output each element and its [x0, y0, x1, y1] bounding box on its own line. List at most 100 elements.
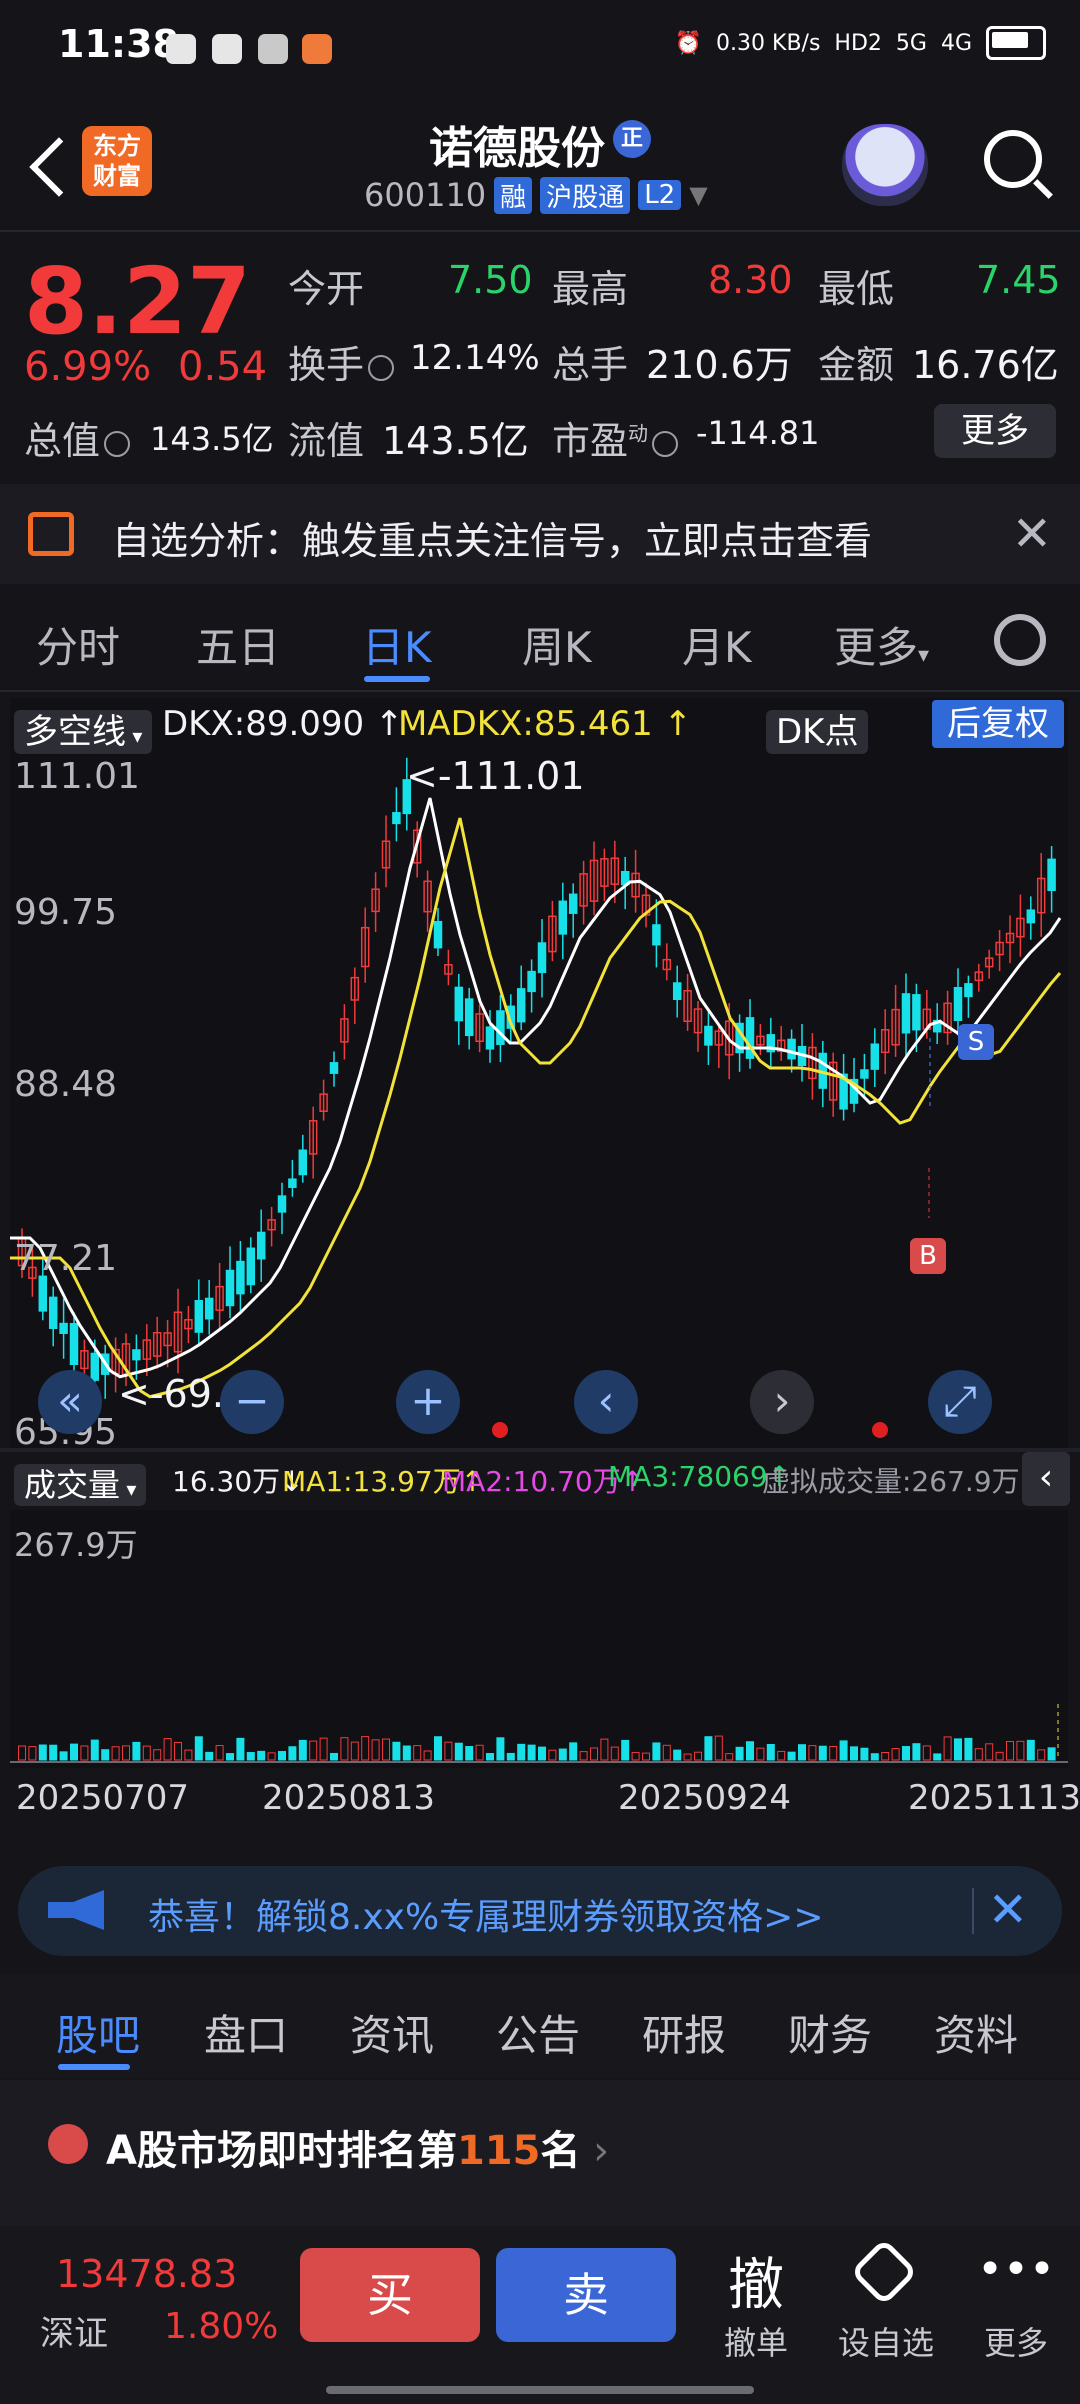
volume-bar	[694, 1751, 702, 1761]
volume-bar	[101, 1749, 110, 1761]
rewind-icon[interactable]: «	[38, 1370, 102, 1434]
volume-name[interactable]: 成交量 ▾	[14, 1464, 147, 1506]
chevron-down-icon[interactable]: ▼	[689, 181, 707, 209]
volume-bar	[361, 1736, 370, 1761]
gear-icon[interactable]	[994, 614, 1046, 666]
volume-bar	[891, 1748, 900, 1761]
fullscreen-icon[interactable]: ⤢	[928, 1370, 992, 1434]
open-value: 7.50	[448, 258, 533, 302]
sell-marker[interactable]: S	[958, 1024, 994, 1060]
red-dot	[872, 1422, 888, 1438]
zoom-in-icon[interactable]: +	[396, 1370, 460, 1434]
buy-button[interactable]: 买	[300, 2248, 480, 2342]
candle	[90, 1352, 100, 1381]
more-label[interactable]: 更多	[966, 2318, 1066, 2364]
cancel-order-label[interactable]: 撤单	[706, 2318, 806, 2364]
volume-bar	[423, 1750, 432, 1761]
volume-bar	[808, 1745, 817, 1761]
x-axis-date: 20250813	[262, 1778, 436, 1818]
volume-bar	[340, 1737, 349, 1761]
tab-profile[interactable]: 资料	[934, 2002, 1018, 2063]
indicator-selector[interactable]: 多空线 ▾	[14, 704, 153, 754]
buy-marker[interactable]: B	[910, 1238, 946, 1274]
stock-name: 诺德股份	[429, 123, 605, 174]
tab-forum[interactable]: 股吧	[56, 2002, 140, 2063]
info-icon[interactable]	[652, 430, 679, 457]
tab-news[interactable]: 资讯	[350, 2002, 434, 2063]
promo-text[interactable]: 恭喜！解锁8.xx%专属理财券领取资格>>	[148, 1888, 824, 1940]
dk-point-button[interactable]: DK点	[766, 704, 869, 754]
candle	[38, 1275, 48, 1312]
open-label: 今开	[288, 267, 365, 311]
info-icon[interactable]	[104, 430, 131, 457]
rank-suffix: 名	[540, 2128, 581, 2174]
volume-bar	[111, 1746, 120, 1761]
volume-bar	[257, 1750, 266, 1761]
info-icon[interactable]	[368, 354, 395, 381]
close-icon[interactable]: ✕	[1012, 506, 1052, 562]
tab-five-day[interactable]: 五日	[196, 614, 280, 675]
volume-ma2-text: MA2:10.70万	[442, 1465, 621, 1498]
volume-bar	[330, 1752, 338, 1761]
candle	[48, 1296, 58, 1329]
index-name[interactable]: 深证	[40, 2306, 108, 2355]
volume-selector[interactable]: 成交量 ▾	[14, 1460, 147, 1506]
turnover-label: 换手	[288, 334, 395, 389]
chevron-left-icon[interactable]: ‹	[574, 1370, 638, 1434]
tag-connect[interactable]: 沪股通	[540, 176, 631, 214]
tab-daily-k[interactable]: 日K	[362, 614, 432, 675]
tab-orderbook[interactable]: 盘口	[204, 2002, 288, 2063]
collapse-panel-icon[interactable]: ‹	[1022, 1452, 1070, 1506]
cancel-order-icon[interactable]: 撤	[706, 2240, 806, 2321]
volume-bar	[850, 1746, 858, 1761]
tag-margin[interactable]: 融	[494, 176, 533, 214]
rank-text[interactable]: A股市场即时排名第115名 ›	[106, 2118, 609, 2176]
zoom-out-icon[interactable]: −	[220, 1370, 284, 1434]
volume-bar	[392, 1741, 401, 1761]
index-pct[interactable]: 1.80%	[164, 2306, 278, 2347]
promo-banner[interactable]: 恭喜！解锁8.xx%专属理财券领取资格>> ✕	[18, 1866, 1062, 1956]
rank-card[interactable]: A股市场即时排名第115名 ›	[0, 2080, 1080, 2230]
candle	[246, 1247, 256, 1286]
tab-announcements[interactable]: 公告	[496, 2002, 580, 2063]
more-icon[interactable]: •••	[966, 2244, 1066, 2295]
notice-text[interactable]: 自选分析：触发重点关注信号，立即点击查看	[112, 510, 872, 565]
volume-bar	[319, 1737, 328, 1761]
volume-bar	[486, 1753, 494, 1761]
volume-bar	[548, 1749, 557, 1761]
search-icon[interactable]	[984, 130, 1042, 188]
adjust-button[interactable]: 后复权	[932, 700, 1064, 748]
volume-bar	[881, 1751, 890, 1761]
signal-4g-icon: 4G	[940, 30, 972, 56]
tab-finance[interactable]: 财务	[788, 2002, 872, 2063]
chevron-right-icon[interactable]: ›	[750, 1370, 814, 1434]
change-amount: 0.54	[178, 344, 268, 390]
index-value[interactable]: 13478.83	[56, 2252, 237, 2296]
message-icon	[212, 34, 242, 64]
volume-bar	[735, 1746, 744, 1761]
tab-research[interactable]: 研报	[642, 2002, 726, 2063]
volume-bar	[38, 1744, 47, 1761]
tab-weekly-k[interactable]: 周K	[522, 614, 592, 675]
tag-l2[interactable]: L2	[638, 180, 682, 210]
volume-bar	[860, 1747, 869, 1761]
volume-bar	[174, 1741, 182, 1761]
more-quote-button[interactable]: 更多	[934, 404, 1056, 458]
badge-icon: 正	[613, 120, 651, 158]
assistant-robot-icon[interactable]	[842, 124, 928, 206]
tab-intraday[interactable]: 分时	[36, 614, 120, 675]
tab-monthly-k[interactable]: 月K	[682, 614, 752, 675]
volume-bar	[434, 1736, 442, 1761]
home-indicator[interactable]	[326, 2386, 754, 2394]
close-icon[interactable]: ✕	[988, 1882, 1028, 1938]
notice-bar[interactable]: 自选分析：触发重点关注信号，立即点击查看 ✕	[0, 484, 1080, 584]
change-pct: 6.99%	[24, 344, 152, 390]
candle	[329, 1062, 339, 1074]
tab-more[interactable]: 更多▾	[834, 614, 929, 675]
volume-bar	[1016, 1740, 1025, 1761]
set-watch-label[interactable]: 设自选	[836, 2318, 936, 2364]
volume-bar	[18, 1745, 26, 1761]
float-label: 流值	[288, 419, 365, 463]
battery-icon	[986, 26, 1046, 60]
sell-button[interactable]: 卖	[496, 2248, 676, 2342]
